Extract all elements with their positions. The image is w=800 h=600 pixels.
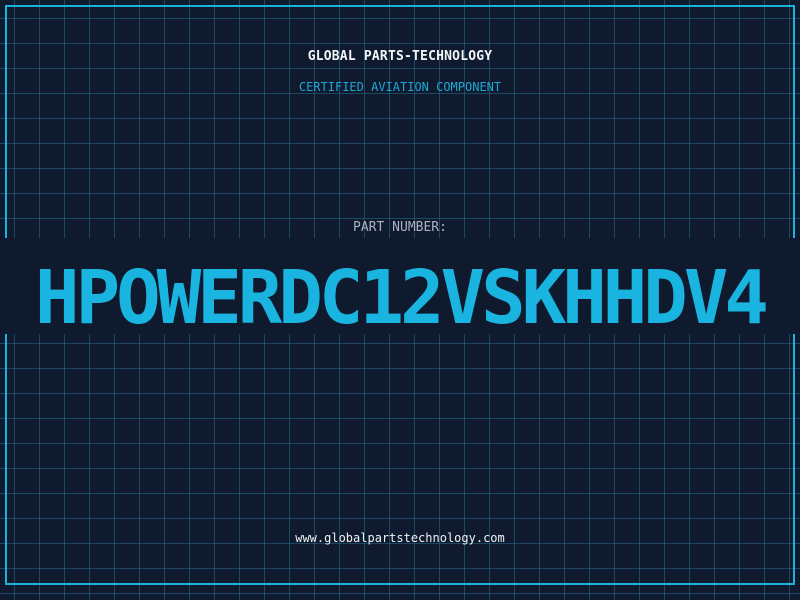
company-name: GLOBAL PARTS-TECHNOLOGY	[307, 49, 493, 64]
part-label-card: GLOBAL PARTS-TECHNOLOGY CERTIFIED AVIATI…	[0, 0, 800, 600]
website-link[interactable]: www.globalpartstechnology.com	[0, 531, 800, 545]
part-number-label: PART NUMBER:	[353, 220, 447, 235]
part-number-value: HPOWERDC12VSKHHDV4	[35, 255, 769, 341]
certification-subtitle: CERTIFIED AVIATION COMPONENT	[298, 80, 502, 94]
